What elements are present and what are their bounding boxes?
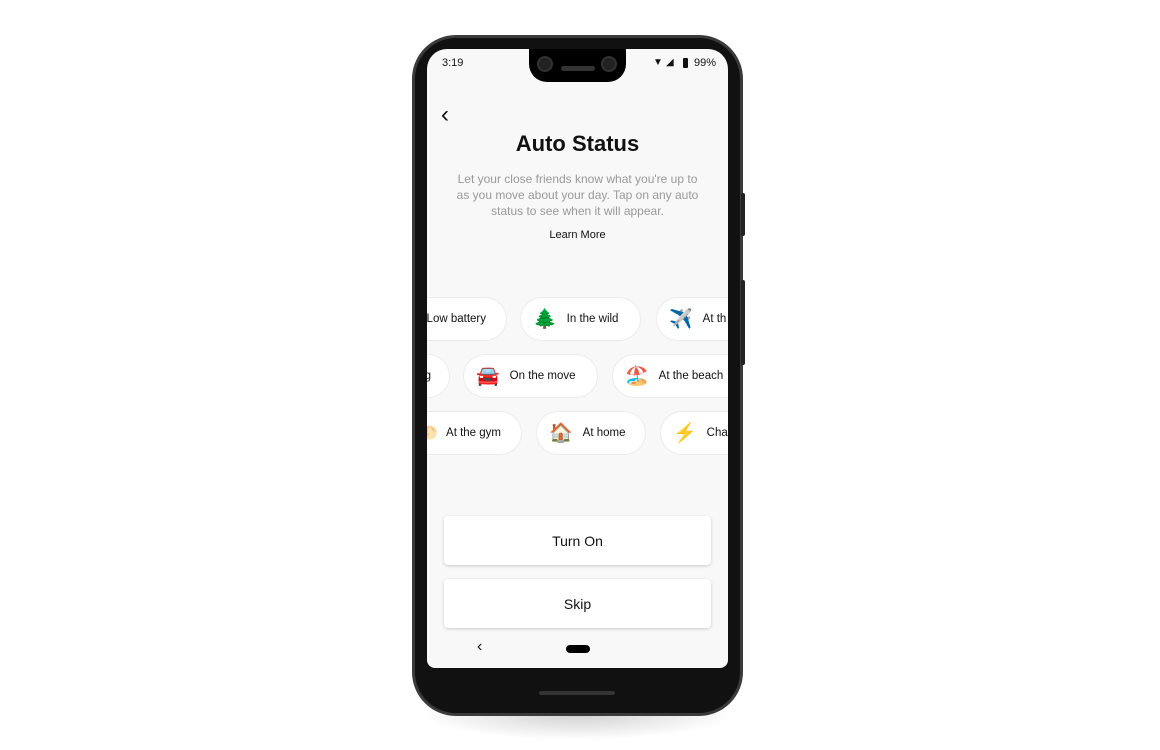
car-icon: 🚘: [476, 366, 500, 387]
tree-icon: 🌲: [533, 309, 557, 330]
chip-label: On the move: [509, 370, 576, 382]
nav-back-button[interactable]: ‹: [477, 638, 482, 656]
volume-button: [741, 280, 745, 365]
chip-label: g: [427, 370, 431, 382]
chip-label: At the beach: [658, 370, 724, 382]
turn-on-button[interactable]: Turn On: [444, 516, 711, 565]
status-chip[interactable]: g: [427, 355, 449, 397]
hardware-home-bar: [539, 691, 615, 695]
house-icon: 🏠: [549, 423, 573, 444]
camera-icon: [601, 56, 617, 72]
signal-icon: ◢: [666, 57, 674, 68]
airplane-icon: ✈️: [669, 309, 693, 330]
status-chip[interactable]: 🌕 At the gym: [427, 412, 521, 454]
chip-label: In the wild: [566, 313, 619, 325]
wifi-icon: ▼: [653, 57, 663, 68]
chevron-left-icon: ‹: [441, 101, 449, 128]
page-description: Let your close friends know what you're …: [456, 172, 699, 218]
camera-notch: [529, 49, 626, 82]
battery-icon: [683, 58, 688, 68]
screen: 3:19 ▼ ◢ 99% ‹ Auto Status Let your clos…: [427, 49, 728, 668]
beach-icon: 🏖️: [625, 366, 649, 387]
status-chip[interactable]: Low battery: [427, 298, 506, 340]
chip-label: Cha: [706, 427, 728, 439]
chip-label: At home: [582, 427, 626, 439]
skip-button[interactable]: Skip: [444, 579, 711, 628]
status-chip[interactable]: ✈️ At th: [657, 298, 728, 340]
speaker: [561, 66, 595, 71]
lightning-icon: ⚡: [673, 423, 697, 444]
chip-label: At the gym: [446, 427, 501, 439]
status-time: 3:19: [442, 57, 464, 69]
status-chip[interactable]: 🏠 At home: [537, 412, 645, 454]
power-button: [741, 193, 745, 236]
back-button[interactable]: ‹: [441, 101, 449, 129]
chip-label: Low battery: [427, 313, 486, 325]
status-chip[interactable]: ⚡ Cha: [661, 412, 728, 454]
nav-home-button[interactable]: [566, 645, 590, 653]
learn-more-link[interactable]: Learn More: [427, 229, 728, 241]
page-title: Auto Status: [515, 131, 640, 156]
battery-percent: 99%: [694, 57, 717, 69]
status-chip[interactable]: 🏖️ At the beach: [613, 355, 728, 397]
gym-icon: 🌕: [427, 425, 439, 440]
chip-label: At th: [702, 313, 727, 325]
status-chip[interactable]: 🌲 In the wild: [521, 298, 640, 340]
camera-icon: [537, 56, 553, 72]
status-chip[interactable]: 🚘 On the move: [464, 355, 597, 397]
